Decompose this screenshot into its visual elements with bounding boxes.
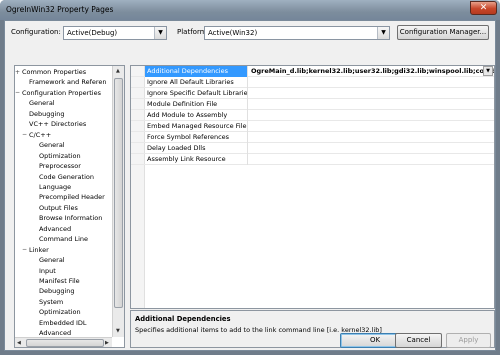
close-button[interactable]: ✕	[470, 1, 497, 15]
property-value[interactable]	[249, 77, 494, 88]
scroll-left-icon[interactable]: ◀	[17, 340, 21, 346]
configuration-label: Configuration:	[11, 28, 61, 36]
tree-item[interactable]: Embedded IDL	[39, 318, 87, 328]
chevron-down-icon: ▼	[377, 27, 389, 39]
property-value[interactable]	[249, 110, 494, 121]
tree-item[interactable]: Input	[39, 266, 56, 276]
expand-icon[interactable]: +	[15, 69, 21, 76]
configuration-select[interactable]: Active(Debug) ▼	[63, 26, 167, 40]
property-value[interactable]: OgreMain_d.lib;kernel32.lib;user32.lib;g…	[249, 66, 494, 77]
property-value[interactable]	[249, 88, 494, 99]
scroll-down-icon[interactable]: ▼	[116, 328, 120, 334]
property-tree[interactable]: + Common Properties Framework and Referen −…	[14, 65, 125, 348]
property-grid[interactable]: Additional Dependencies OgreMain_d.lib;ke…	[130, 65, 495, 309]
tree-item[interactable]: Manifest File	[39, 276, 80, 286]
property-name[interactable]: Add Module to Assembly	[145, 110, 248, 121]
apply-button[interactable]: Apply	[446, 333, 491, 348]
tree-item[interactable]: System	[39, 297, 63, 307]
scroll-thumb[interactable]	[26, 339, 104, 347]
tree-item[interactable]: Command Line	[39, 234, 88, 244]
cancel-button[interactable]: Cancel	[395, 333, 442, 348]
tree-item[interactable]: Common Properties	[22, 67, 86, 77]
property-name[interactable]: Ignore Specific Default Libraries	[145, 88, 248, 99]
tree-item[interactable]: General	[29, 98, 55, 108]
platform-value: Active(Win32)	[208, 29, 258, 37]
tree-item[interactable]: Configuration Properties	[22, 88, 101, 98]
property-name[interactable]: Force Symbol References	[145, 132, 248, 143]
property-name[interactable]: Module Definition File	[145, 99, 248, 110]
tree-vertical-scrollbar[interactable]: ▲ ▼	[112, 66, 124, 337]
grid-row[interactable]: Assembly Link Resource	[131, 154, 494, 165]
tree-item[interactable]: Preprocessor	[39, 161, 81, 171]
collapse-icon[interactable]: −	[21, 131, 28, 138]
tree-item[interactable]: VC++ Directories	[29, 119, 86, 129]
tree-horizontal-scrollbar[interactable]: ◀ ▶	[15, 337, 112, 347]
platform-select[interactable]: Active(Win32) ▼	[204, 26, 390, 40]
property-name[interactable]: Delay Loaded Dlls	[145, 143, 248, 154]
configuration-value: Active(Debug)	[67, 29, 118, 37]
collapse-icon[interactable]: −	[21, 246, 28, 253]
scroll-up-icon[interactable]: ▲	[116, 68, 120, 74]
tree-item[interactable]: General	[39, 140, 65, 150]
tree-item[interactable]: Output Files	[39, 203, 78, 213]
property-name[interactable]: Embed Managed Resource File	[145, 121, 248, 132]
collapse-icon[interactable]: −	[15, 89, 21, 96]
grid-row[interactable]: Force Symbol References	[131, 132, 494, 143]
tree-item[interactable]: Advanced	[39, 224, 71, 234]
tree-item[interactable]: Precompiled Header	[39, 192, 105, 202]
chevron-down-icon: ▼	[154, 27, 166, 39]
property-value[interactable]	[249, 99, 494, 110]
property-value[interactable]	[249, 121, 494, 132]
grid-row[interactable]: Ignore All Default Libraries	[131, 77, 494, 88]
scroll-thumb[interactable]	[114, 78, 123, 308]
tree-item[interactable]: Optimization	[39, 151, 81, 161]
property-name[interactable]: Ignore All Default Libraries	[145, 77, 248, 88]
property-pages-window: OgreInWin32 Property Pages ✕ Configurati…	[0, 0, 500, 355]
tree-item[interactable]: General	[39, 255, 65, 265]
tree-item[interactable]: Code Generation	[39, 172, 94, 182]
grid-row[interactable]: Embed Managed Resource File	[131, 121, 494, 132]
tree-item[interactable]: Browse Information	[39, 213, 102, 223]
tree-item[interactable]: Optimization	[39, 307, 81, 317]
tree-item[interactable]: Framework and Referen	[29, 77, 107, 87]
property-name[interactable]: Assembly Link Resource	[145, 154, 248, 165]
tree-item[interactable]: Language	[39, 182, 71, 192]
grid-row[interactable]: Additional Dependencies OgreMain_d.lib;ke…	[131, 66, 494, 77]
title-bar: OgreInWin32 Property Pages ✕	[0, 0, 500, 20]
grid-row[interactable]: Add Module to Assembly	[131, 110, 494, 121]
property-value[interactable]	[249, 143, 494, 154]
configuration-manager-button[interactable]: Configuration Manager...	[397, 25, 489, 40]
scroll-right-icon[interactable]: ▶	[105, 340, 109, 346]
tree-item[interactable]: Debugging	[39, 286, 75, 296]
grid-row[interactable]: Delay Loaded Dlls	[131, 143, 494, 154]
close-icon: ✕	[479, 3, 488, 13]
grid-row[interactable]: Ignore Specific Default Libraries	[131, 88, 494, 99]
tree-item[interactable]: Linker	[29, 245, 49, 255]
property-value[interactable]	[249, 154, 494, 165]
tree-item[interactable]: C/C++	[29, 130, 51, 140]
property-name[interactable]: Additional Dependencies	[145, 66, 248, 77]
grid-row[interactable]: Module Definition File	[131, 99, 494, 110]
tree-item[interactable]: Debugging	[29, 109, 65, 119]
dialog-client: Configuration: Active(Debug) ▼ Platform:…	[4, 20, 496, 351]
description-title: Additional Dependencies	[135, 315, 231, 323]
chevron-down-icon[interactable]: ▼	[483, 66, 493, 76]
property-value[interactable]	[249, 132, 494, 143]
window-title: OgreInWin32 Property Pages	[6, 5, 114, 14]
